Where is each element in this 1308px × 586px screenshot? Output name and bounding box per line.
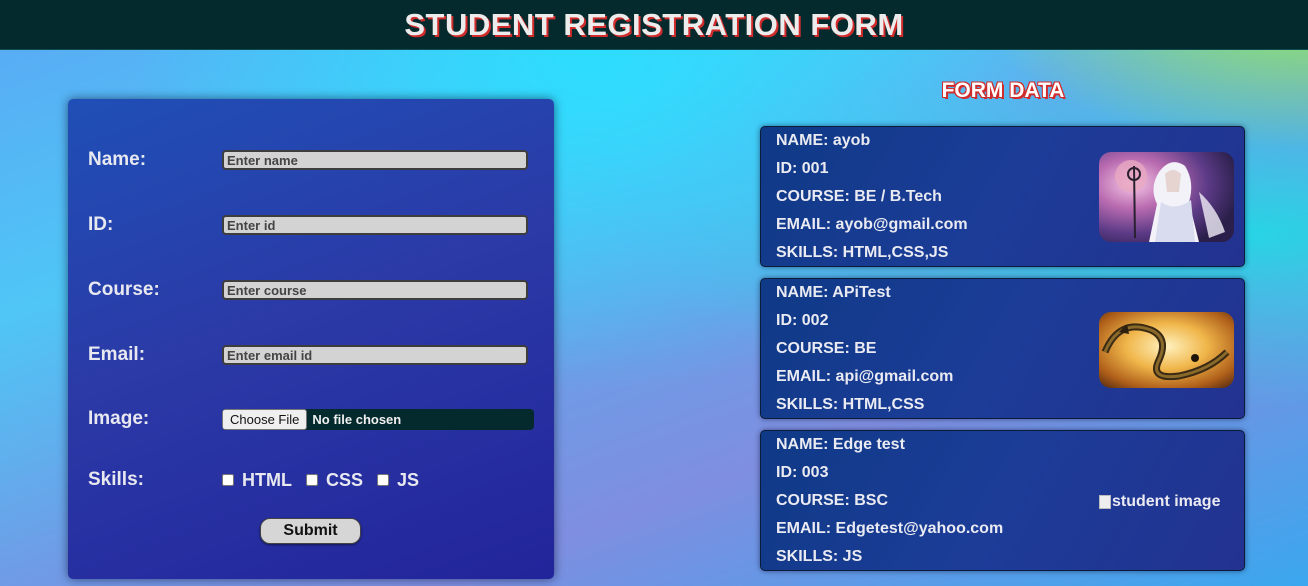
student-email: EMAIL: ayob@gmail.com — [776, 216, 968, 233]
student-id: ID: 002 — [776, 312, 829, 329]
email-input[interactable] — [222, 345, 528, 365]
student-name: NAME: APiTest — [776, 284, 891, 301]
course-input[interactable] — [222, 280, 528, 300]
student-skills: SKILLS: HTML,CSS,JS — [776, 244, 949, 261]
image-row: Image: Choose File No file chosen — [88, 408, 534, 430]
skill-html: HTML — [222, 470, 292, 491]
file-input[interactable]: Choose File No file chosen — [222, 408, 534, 430]
student-card: NAME: APiTest ID: 002 COURSE: BE EMAIL: … — [760, 278, 1245, 419]
course-label: Course: — [88, 279, 160, 300]
student-name: NAME: Edge test — [776, 436, 905, 453]
css-skill-label: CSS — [325, 469, 363, 490]
email-label: Email: — [88, 344, 146, 365]
student-id: ID: 003 — [776, 464, 829, 481]
skill-css: CSS — [305, 469, 363, 491]
student-skills: SKILLS: JS — [776, 548, 863, 565]
broken-image: student image — [1099, 493, 1220, 511]
student-course: COURSE: BSC — [776, 492, 889, 509]
skill-js: JS — [377, 470, 419, 491]
student-photo — [1099, 312, 1234, 388]
registration-form: Name: ID: Course: Email: Image: Choose F… — [68, 99, 554, 579]
css-checkbox[interactable] — [305, 474, 318, 486]
image-alt-text: student image — [1112, 493, 1221, 510]
file-status: No file chosen — [312, 411, 402, 427]
student-skills: SKILLS: HTML,CSS — [776, 396, 925, 413]
student-card: NAME: ayob ID: 001 COURSE: BE / B.Tech E… — [760, 126, 1245, 267]
js-skill-label: JS — [397, 469, 420, 490]
id-input[interactable] — [222, 215, 528, 235]
js-checkbox[interactable] — [377, 474, 389, 486]
broken-image-icon — [1099, 495, 1111, 509]
skills-row: Skills: HTML CSS JS — [88, 469, 534, 491]
student-name: NAME: ayob — [776, 132, 871, 149]
student-id: ID: 001 — [776, 160, 829, 177]
id-label: ID: — [88, 214, 114, 235]
page-title: STUDENT REGISTRATION FORM — [404, 6, 904, 42]
name-row: Name: — [88, 149, 534, 171]
name-label: Name: — [88, 149, 147, 170]
student-email: EMAIL: Edgetest@yahoo.com — [776, 520, 1004, 537]
student-email: EMAIL: api@gmail.com — [776, 368, 954, 385]
html-checkbox[interactable] — [222, 474, 234, 486]
student-course: COURSE: BE / B.Tech — [776, 188, 942, 205]
skills-label: Skills: — [88, 469, 144, 490]
page-header: STUDENT REGISTRATION FORM — [0, 0, 1308, 50]
html-skill-label: HTML — [242, 469, 292, 490]
name-input[interactable] — [222, 150, 528, 170]
student-photo — [1099, 152, 1234, 242]
student-card: NAME: Edge test ID: 003 COURSE: BSC EMAI… — [760, 430, 1245, 571]
submit-button[interactable]: Submit — [260, 518, 361, 544]
form-data-title: FORM DATA — [941, 79, 1065, 102]
course-row: Course: — [88, 279, 534, 301]
id-row: ID: — [88, 214, 534, 236]
student-course: COURSE: BE — [776, 340, 877, 357]
image-label: Image: — [88, 408, 150, 429]
choose-file-button[interactable]: Choose File — [222, 408, 308, 430]
email-row: Email: — [88, 344, 534, 366]
